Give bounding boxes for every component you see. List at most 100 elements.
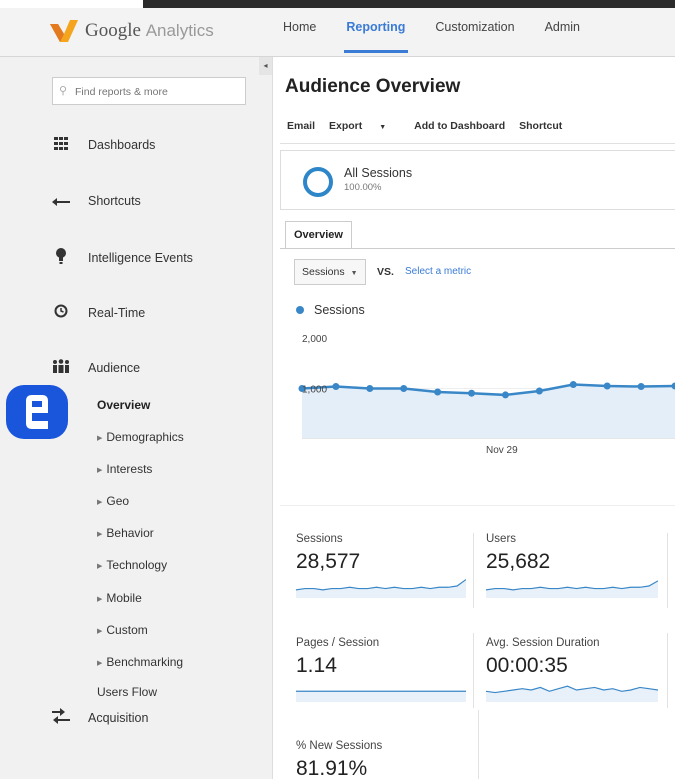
subitem-label: Users Flow — [97, 685, 157, 699]
export-button[interactable]: Export ▼ — [329, 120, 400, 132]
metric-value: 28,577 — [296, 550, 466, 574]
y-tick-label: 2,000 — [302, 334, 327, 345]
metric-label: Pages / Session — [296, 637, 466, 649]
expand-arrow-icon: ▶ — [97, 531, 102, 538]
data-point[interactable] — [536, 387, 543, 394]
data-point[interactable] — [332, 383, 339, 390]
sessions-chart[interactable]: 2,0001,000Nov 29 — [280, 325, 675, 465]
series-area — [302, 385, 675, 438]
metric-separator — [473, 533, 474, 608]
metric-pages-per-session[interactable]: Pages / Session 1.14 — [296, 637, 466, 707]
sparkline — [296, 678, 466, 702]
sidebar-item-label: Audience — [88, 361, 140, 375]
nav-home[interactable]: Home — [283, 20, 316, 34]
metric-value: 00:00:35 — [486, 654, 658, 678]
sidebar-item-shortcuts[interactable]: Shortcuts — [50, 193, 141, 209]
sidebar-item-acquisition[interactable]: Acquisition — [50, 708, 148, 727]
sidebar-subitem-interests[interactable]: ▶Interests — [97, 462, 152, 476]
metric-label: % New Sessions — [296, 740, 466, 752]
data-point[interactable] — [366, 385, 373, 392]
chart-legend: Sessions — [296, 303, 365, 317]
metric-separator — [667, 533, 668, 608]
shortcut-button[interactable]: Shortcut — [519, 120, 562, 132]
sidebar-subitem-geo[interactable]: ▶ Geo — [97, 494, 129, 508]
select-metric-link[interactable]: Select a metric — [405, 266, 471, 277]
sidebar-subitem-custom[interactable]: ▶Custom — [97, 623, 148, 637]
metric-value: 1.14 — [296, 654, 466, 678]
logo-analytics-text: Analytics — [146, 21, 214, 40]
data-point[interactable] — [638, 383, 645, 390]
data-point[interactable] — [570, 381, 577, 388]
sidebar-item-intelligence-events[interactable]: Intelligence Events — [50, 248, 193, 267]
top-nav: Home Reporting Customization Admin — [283, 20, 610, 34]
expand-arrow-icon: ▶ — [97, 563, 102, 570]
legend-dot — [296, 306, 304, 314]
data-point[interactable] — [434, 388, 441, 395]
sidebar-subitem-mobile[interactable]: ▶ Mobile — [97, 591, 142, 605]
data-point[interactable] — [604, 383, 611, 390]
metric-dropdown[interactable]: Sessions▼ — [294, 259, 366, 285]
sidebar-subitem-overview[interactable]: Overview — [97, 398, 150, 412]
google-analytics-logo[interactable]: Google Analytics — [50, 20, 214, 42]
metric-sessions[interactable]: Sessions 28,577 — [296, 533, 466, 603]
sidebar-item-dashboards[interactable]: Dashboards — [50, 137, 155, 153]
sidebar-subitem-technology[interactable]: ▶Technology — [97, 558, 167, 572]
search-icon: ⚲ — [59, 84, 67, 97]
lightbulb-icon — [50, 248, 72, 267]
metric-separator — [473, 633, 474, 708]
segment-name: All Sessions — [344, 166, 412, 180]
subitem-label: Benchmarking — [106, 655, 183, 669]
email-button[interactable]: Email — [287, 120, 315, 132]
data-point[interactable] — [502, 391, 509, 398]
sidebar-subitem-users-flow[interactable]: Users Flow — [97, 685, 157, 699]
sidebar-subitem-demographics[interactable]: ▶Demographics — [97, 430, 184, 444]
sidebar-item-label: Acquisition — [88, 711, 148, 725]
sparkline-area — [296, 580, 466, 598]
sidebar-item-label: Real-Time — [88, 306, 145, 320]
grid-icon — [50, 137, 72, 153]
data-point[interactable] — [468, 390, 475, 397]
expand-arrow-icon: ▶ — [97, 467, 102, 474]
segment-picker[interactable]: All Sessions 100.00% — [280, 150, 675, 210]
divider — [280, 143, 675, 144]
expand-arrow-icon: ▶ — [97, 628, 102, 635]
metric-label: Sessions — [296, 533, 466, 545]
metric-avg-session-duration[interactable]: Avg. Session Duration 00:00:35 — [486, 637, 658, 707]
metric-value: 81.91% — [296, 757, 466, 781]
clock-icon — [50, 304, 72, 321]
people-icon — [50, 359, 72, 376]
expand-arrow-icon: ▶ — [97, 499, 102, 506]
metric-users[interactable]: Users 25,682 — [486, 533, 658, 603]
sidebar-item-audience[interactable]: Audience — [50, 359, 140, 376]
vs-label: VS. — [377, 266, 394, 278]
expand-arrow-icon: ▶ — [97, 660, 102, 667]
tab-bar: Overview — [280, 216, 675, 249]
divider — [280, 505, 675, 506]
nav-active-indicator — [344, 50, 408, 53]
sidebar-subitem-benchmarking[interactable]: ▶ Benchmarking — [97, 655, 183, 669]
subitem-label: Mobile — [106, 591, 141, 605]
search-input[interactable] — [73, 82, 245, 102]
collapse-sidebar-button[interactable]: ◂ — [259, 57, 272, 75]
metric-separator — [667, 633, 668, 708]
nav-admin[interactable]: Admin — [545, 20, 580, 34]
nav-customization[interactable]: Customization — [435, 20, 514, 34]
logo-google-text: Google — [85, 20, 141, 41]
arrow-left-icon — [50, 193, 72, 209]
x-tick-label: Nov 29 — [486, 445, 518, 456]
analytics-logo-icon — [50, 20, 78, 42]
search-box[interactable]: ⚲ — [52, 77, 246, 105]
tab-overview[interactable]: Overview — [285, 221, 352, 248]
sidebar-item-real-time[interactable]: Real-Time — [50, 304, 145, 321]
sidebar-subitem-behavior[interactable]: ▶Behavior — [97, 526, 154, 540]
subitem-label: Geo — [106, 494, 129, 508]
nav-reporting[interactable]: Reporting — [346, 20, 405, 34]
acquisition-icon — [50, 708, 72, 727]
expand-arrow-icon: ▶ — [97, 596, 102, 603]
sidebar-item-label: Intelligence Events — [88, 251, 193, 265]
metric-new-sessions[interactable]: % New Sessions 81.91% — [296, 740, 466, 781]
data-point[interactable] — [400, 385, 407, 392]
add-to-dashboard-button[interactable]: Add to Dashboard — [414, 120, 505, 132]
sparkline — [486, 678, 658, 702]
metric-label: Users — [486, 533, 658, 545]
